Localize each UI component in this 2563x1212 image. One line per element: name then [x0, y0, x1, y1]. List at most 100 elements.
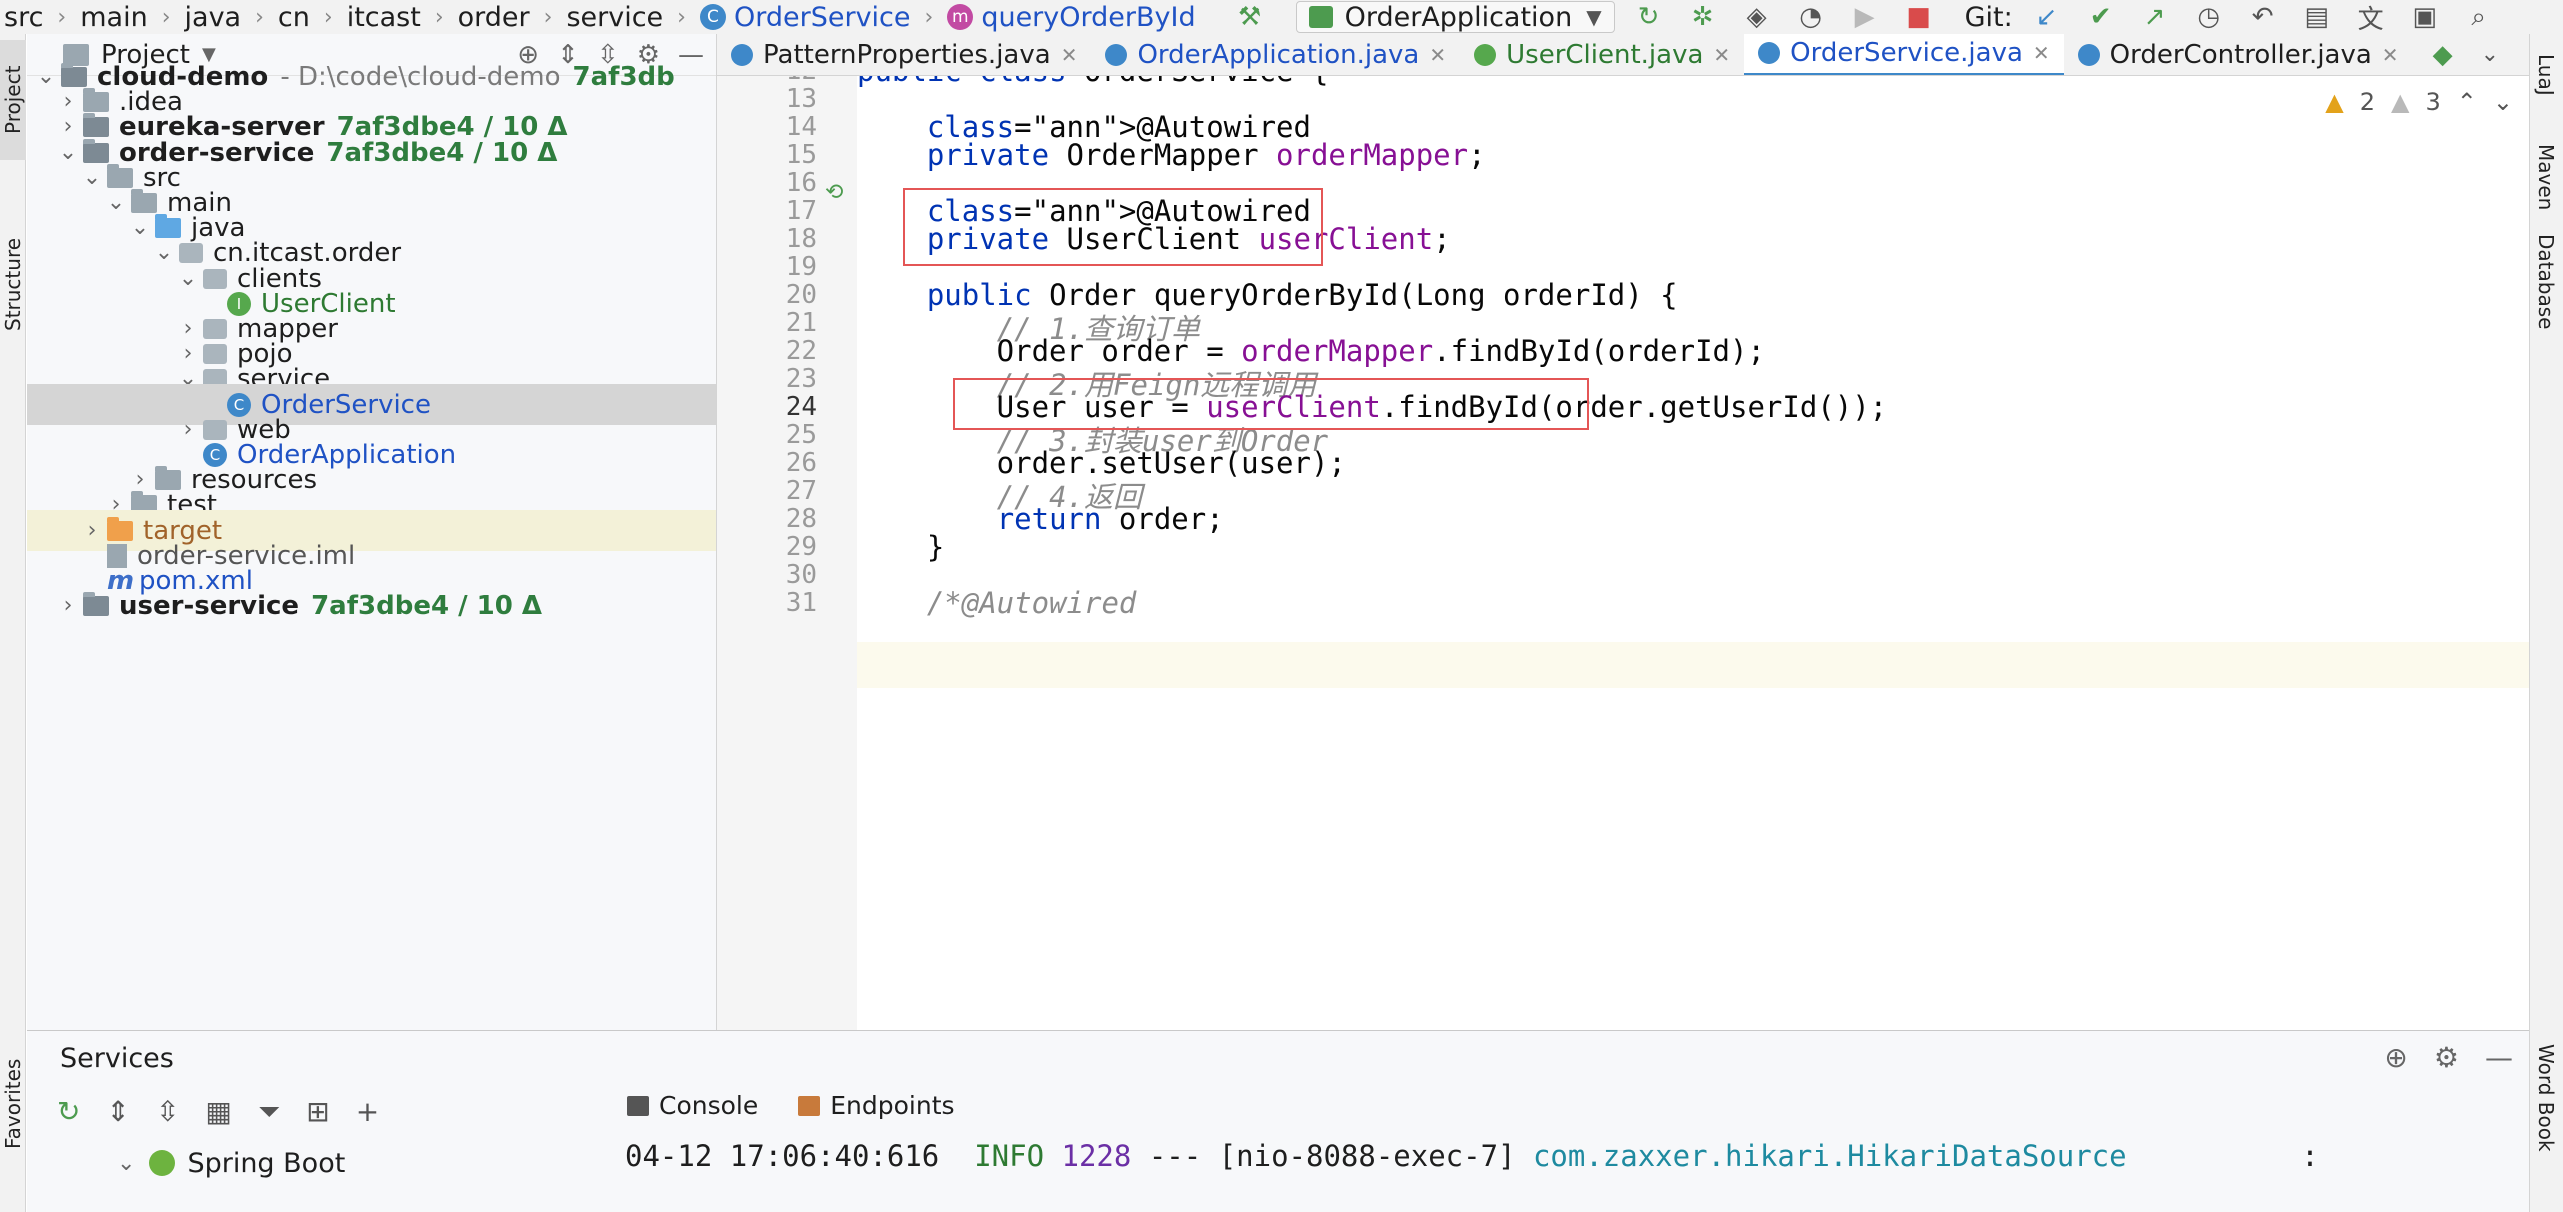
- new-tab-icon[interactable]: ⊞: [306, 1095, 329, 1129]
- services-panel: Services ⊕ ⚙ — ↻ ⇕ ⇳ ▦ ⏷ ⊞ + ⌄ Spring Bo…: [27, 1030, 2529, 1212]
- code-line: }: [857, 530, 945, 564]
- wordbook-tool-label: Word Book: [2534, 1044, 2558, 1152]
- tab-orderapplication[interactable]: OrderApplication.java ✕: [1091, 34, 1460, 75]
- line-number: 21: [785, 308, 817, 338]
- history-icon[interactable]: ◷: [2189, 1, 2229, 33]
- breadcrumb-label: OrderService: [733, 1, 911, 33]
- close-icon[interactable]: ✕: [1061, 43, 1078, 67]
- breadcrumb-method[interactable]: m queryOrderById: [943, 2, 1199, 33]
- code-line: /*@Autowired: [926, 586, 1137, 620]
- minimize-icon[interactable]: —: [2485, 1041, 2513, 1074]
- chevron-right-icon[interactable]: ›: [53, 593, 83, 618]
- tab-label: Endpoints: [830, 1091, 955, 1120]
- luaj-tool-tab[interactable]: LuaJ: [2532, 54, 2560, 114]
- project-structure-icon[interactable]: ▤: [2297, 1, 2337, 33]
- git-update-icon[interactable]: ↙: [2027, 1, 2067, 33]
- wordbook-tool-tab[interactable]: Word Book: [2532, 1044, 2560, 1184]
- right-tool-stripe: LuaJ Maven Database Word Book: [2529, 34, 2563, 1212]
- code-editor[interactable]: ▲2 ▲3 ⌃ ⌄ 12 13 14 15 16 17 18 19 20 21 …: [717, 76, 2529, 1030]
- chevron-right-icon: ›: [677, 4, 686, 30]
- breadcrumb-label: java: [184, 1, 242, 33]
- services-tree-spring-boot[interactable]: ⌄ Spring Boot: [27, 1143, 607, 1183]
- debug-icon[interactable]: ✲: [1683, 1, 1723, 33]
- maven-tool-tab[interactable]: Maven: [2532, 144, 2560, 234]
- left-tool-stripe: Project Structure Favorites: [0, 34, 26, 1212]
- favorites-tool-tab[interactable]: Favorites: [0, 1034, 26, 1174]
- chevron-down-icon[interactable]: ⌄: [2481, 42, 2499, 67]
- log-thread: [nio-8088-exec-7]: [1218, 1139, 1516, 1173]
- tree-item-label: user-service: [119, 590, 300, 621]
- filter-icon[interactable]: ⏷: [258, 1095, 280, 1129]
- chevron-right-icon: ›: [924, 4, 934, 30]
- tab-patternproperties[interactable]: PatternProperties.java ✕: [717, 34, 1091, 75]
- chevron-down-icon[interactable]: ⌄: [117, 1151, 135, 1176]
- breadcrumb-service[interactable]: service: [562, 2, 667, 33]
- weak-warning-icon: ▲: [2391, 88, 2410, 116]
- console-icon: [627, 1095, 649, 1116]
- collapse-all-icon[interactable]: ⇳: [156, 1095, 179, 1129]
- database-tool-tab[interactable]: Database: [2532, 234, 2560, 364]
- run-configuration-select[interactable]: OrderApplication ▼: [1295, 1, 1615, 33]
- vcs-status: 7af3dbe4 / 10 Δ: [311, 590, 543, 621]
- tab-ordercontroller[interactable]: OrderController.java ✕: [2064, 34, 2413, 75]
- git-push-icon[interactable]: ↗: [2135, 1, 2175, 33]
- bean-gutter-icon[interactable]: ⟲: [825, 180, 843, 205]
- run-icon[interactable]: ▶: [1845, 1, 1885, 33]
- tab-label: OrderApplication.java: [1137, 39, 1420, 70]
- stop-icon[interactable]: ■: [1899, 1, 1939, 33]
- gear-icon[interactable]: ⚙: [2434, 1041, 2459, 1074]
- chevron-down-icon[interactable]: ⌄: [2493, 88, 2513, 116]
- endpoints-icon: [798, 1095, 821, 1116]
- project-tool-tab[interactable]: Project: [0, 40, 26, 160]
- line-number: 20: [785, 280, 817, 310]
- chevron-right-icon: ›: [434, 4, 444, 30]
- hammer-build-icon[interactable]: ⚒: [1230, 1, 1270, 33]
- module-folder-icon: [83, 591, 109, 616]
- weak-warning-count: 3: [2425, 88, 2441, 116]
- breadcrumb-orderservice[interactable]: C OrderService: [696, 2, 915, 33]
- structure-tool-tab[interactable]: Structure: [0, 204, 26, 364]
- project-panel: Project ▼ ⊕ ⇕ ⇳ ⚙ — ⌄ cloud-demo - D:\co…: [27, 34, 717, 1030]
- breadcrumb-label: src: [4, 1, 44, 33]
- breadcrumb-itcast[interactable]: itcast: [343, 2, 425, 33]
- chevron-right-icon: ›: [255, 4, 264, 30]
- locate-icon[interactable]: ⊕: [2384, 1041, 2407, 1074]
- maven-tool-label: Maven: [2534, 144, 2558, 211]
- expand-all-icon[interactable]: ⇕: [106, 1095, 129, 1129]
- breadcrumb-label: service: [566, 1, 664, 33]
- tab-userclient[interactable]: UserClient.java ✕: [1460, 34, 1744, 75]
- close-icon[interactable]: ✕: [1429, 43, 1446, 67]
- tab-console[interactable]: Console: [627, 1091, 758, 1120]
- rollback-icon[interactable]: ↶: [2243, 1, 2283, 33]
- class-icon: [2077, 43, 2100, 66]
- coverage-icon[interactable]: ◈: [1737, 1, 1777, 33]
- breadcrumb-src[interactable]: src: [0, 2, 47, 33]
- line-number: 27: [785, 476, 817, 506]
- rerun-icon[interactable]: ↻: [1629, 1, 1669, 33]
- profile-icon[interactable]: ◔: [1791, 1, 1831, 33]
- close-icon[interactable]: ✕: [2033, 41, 2050, 65]
- warning-icon: ▲: [2325, 88, 2344, 116]
- tab-orderservice[interactable]: OrderService.java ✕: [1744, 34, 2064, 75]
- close-icon[interactable]: ✕: [2382, 43, 2399, 67]
- breadcrumb-java[interactable]: java: [181, 2, 246, 33]
- breadcrumb-order[interactable]: order: [454, 2, 534, 33]
- group-by-icon[interactable]: ▦: [205, 1095, 231, 1129]
- git-commit-icon[interactable]: ✔: [2081, 1, 2121, 33]
- close-icon[interactable]: ✕: [1713, 43, 1730, 67]
- interface-icon: [1474, 43, 1497, 66]
- line-number: 28: [785, 504, 817, 534]
- layout-icon[interactable]: ▣: [2405, 1, 2445, 33]
- breadcrumb-main[interactable]: main: [76, 2, 151, 33]
- search-icon[interactable]: ⌕: [2459, 1, 2499, 33]
- add-icon[interactable]: +: [356, 1095, 379, 1129]
- breadcrumb-cn[interactable]: cn: [274, 2, 314, 33]
- rerun-icon[interactable]: ↻: [57, 1095, 80, 1129]
- chevron-up-icon[interactable]: ⌃: [2457, 88, 2477, 116]
- tab-endpoints[interactable]: Endpoints: [798, 1091, 955, 1120]
- tree-item-user-service[interactable]: › user-service 7af3dbe4 / 10 Δ: [27, 585, 716, 626]
- translate-icon[interactable]: 文: [2351, 1, 2391, 35]
- log-level: INFO: [974, 1139, 1045, 1173]
- more-tabs-icon[interactable]: ◆: [2433, 40, 2453, 70]
- inspection-widget[interactable]: ▲ 2 ▲ 3 ⌃ ⌄: [2325, 88, 2513, 116]
